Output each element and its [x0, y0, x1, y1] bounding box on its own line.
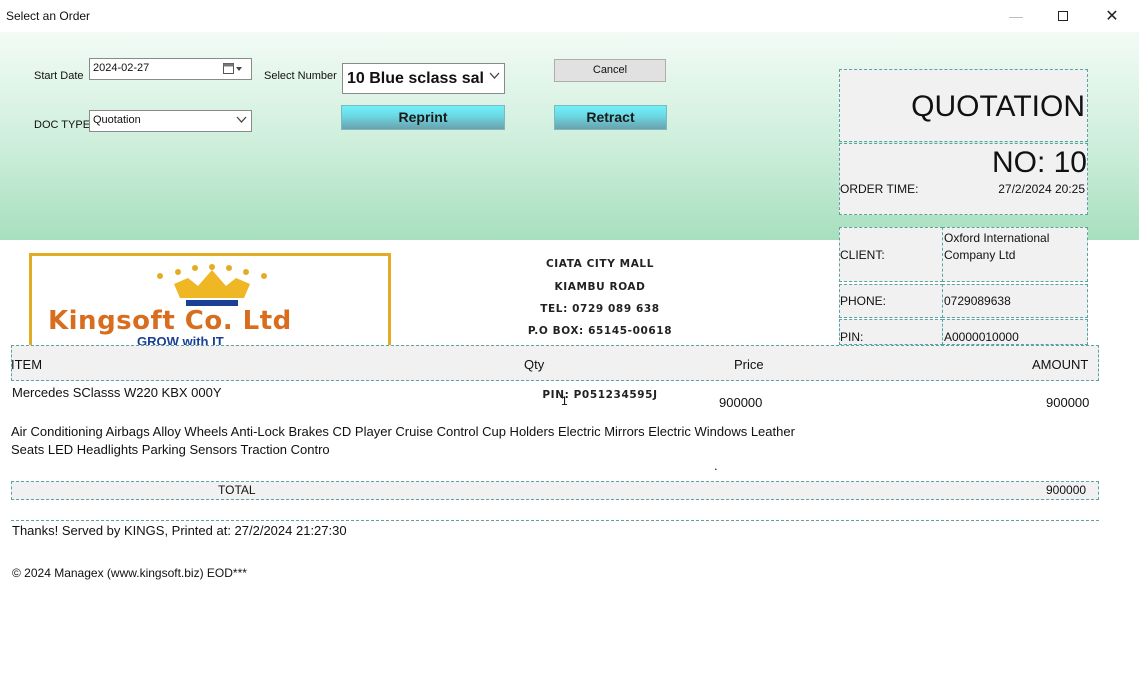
select-number-value: 10 Blue sclass sal [347, 70, 484, 87]
pin-value-box: A0000010000 [942, 319, 1088, 345]
reprint-button[interactable]: Reprint [341, 105, 505, 130]
maximize-button[interactable] [1040, 0, 1086, 32]
doc-number-box: NO: 10 ORDER TIME: 27/2/2024 20:25 [839, 143, 1088, 215]
doc-type-label: DOC TYPE [34, 119, 91, 131]
item-price: 900000 [719, 395, 763, 410]
column-header-price: Price [734, 357, 764, 372]
item-features: Air Conditioning Airbags Alloy Wheels An… [11, 424, 795, 457]
start-date-label: Start Date [34, 70, 84, 82]
window-title: Select an Order [6, 9, 91, 23]
chevron-down-icon [487, 72, 500, 83]
served-by-line: Thanks! Served by KINGS, Printed at: 27/… [12, 523, 347, 538]
address-line-1: CIATA CITY MALL [545, 258, 655, 270]
close-icon: ✕ [1105, 8, 1119, 25]
crown-icon [157, 264, 267, 306]
pin-label-box: PIN: [839, 319, 943, 345]
close-button[interactable]: ✕ [1089, 0, 1135, 32]
cancel-button[interactable]: Cancel [554, 59, 666, 82]
address-line-4: P.O BOX: 65145-00618 [527, 325, 673, 337]
item-qty: 1 [561, 394, 568, 408]
order-time-label: ORDER TIME: [840, 182, 919, 196]
table-header-row [11, 345, 1099, 381]
column-header-qty: Qty [524, 357, 545, 372]
column-header-item: ITEM [11, 357, 43, 372]
doc-type-heading: QUOTATION [911, 90, 1085, 123]
separator-dot: . [714, 458, 718, 473]
pin-label: PIN: [840, 330, 864, 344]
select-number-dropdown[interactable]: 10 Blue sclass sal [342, 63, 505, 94]
phone-label-box: PHONE: [839, 284, 943, 318]
maximize-icon [1058, 11, 1068, 21]
doc-type-dropdown[interactable]: Quotation [89, 110, 252, 132]
select-number-label: Select Number [264, 70, 337, 82]
client-value-box: Oxford International Company Ltd [942, 227, 1088, 282]
order-time-value: 27/2/2024 20:25 [998, 182, 1085, 196]
chevron-down-icon [236, 116, 247, 127]
retract-button[interactable]: Retract [554, 105, 667, 130]
client-label-box: CLIENT: [839, 227, 943, 282]
company-pin: PIN: P051234595J [542, 389, 658, 401]
doc-number: NO: 10 [991, 146, 1087, 179]
client-label: CLIENT: [840, 248, 885, 262]
total-row [11, 481, 1099, 500]
phone-value-box: 0729089638 [942, 284, 1088, 318]
copyright-line: © 2024 Managex (www.kingsoft.biz) EOD*** [12, 566, 247, 580]
company-logo: Kingsoft Co. Ltd GROW with IT [29, 253, 391, 348]
footer-divider [11, 520, 1099, 521]
phone-value: 0729089638 [944, 294, 1011, 308]
company-name: Kingsoft Co. Ltd [48, 306, 292, 336]
phone-label: PHONE: [840, 294, 887, 308]
doc-type-value: Quotation [93, 114, 141, 126]
title-bar: Select an Order — ✕ [0, 0, 1139, 32]
address-line-2: KIAMBU ROAD [554, 281, 646, 293]
start-date-value: 2024-02-27 [93, 62, 150, 74]
client-value: Oxford International Company Ltd [944, 231, 1050, 262]
column-header-amount: AMOUNT [1032, 357, 1089, 372]
calendar-icon[interactable] [223, 63, 243, 78]
start-date-picker[interactable]: 2024-02-27 [89, 58, 252, 80]
doc-type-box: QUOTATION [839, 69, 1088, 142]
address-line-3: TEL: 0729 089 638 [540, 303, 660, 315]
pin-value: A0000010000 [944, 330, 1019, 344]
minimize-button[interactable]: — [993, 0, 1039, 32]
total-label: TOTAL [218, 483, 256, 497]
item-amount: 900000 [1046, 395, 1090, 410]
item-description: Mercedes SClasss W220 KBX 000Y [12, 385, 222, 400]
total-value: 900000 [1046, 483, 1087, 497]
